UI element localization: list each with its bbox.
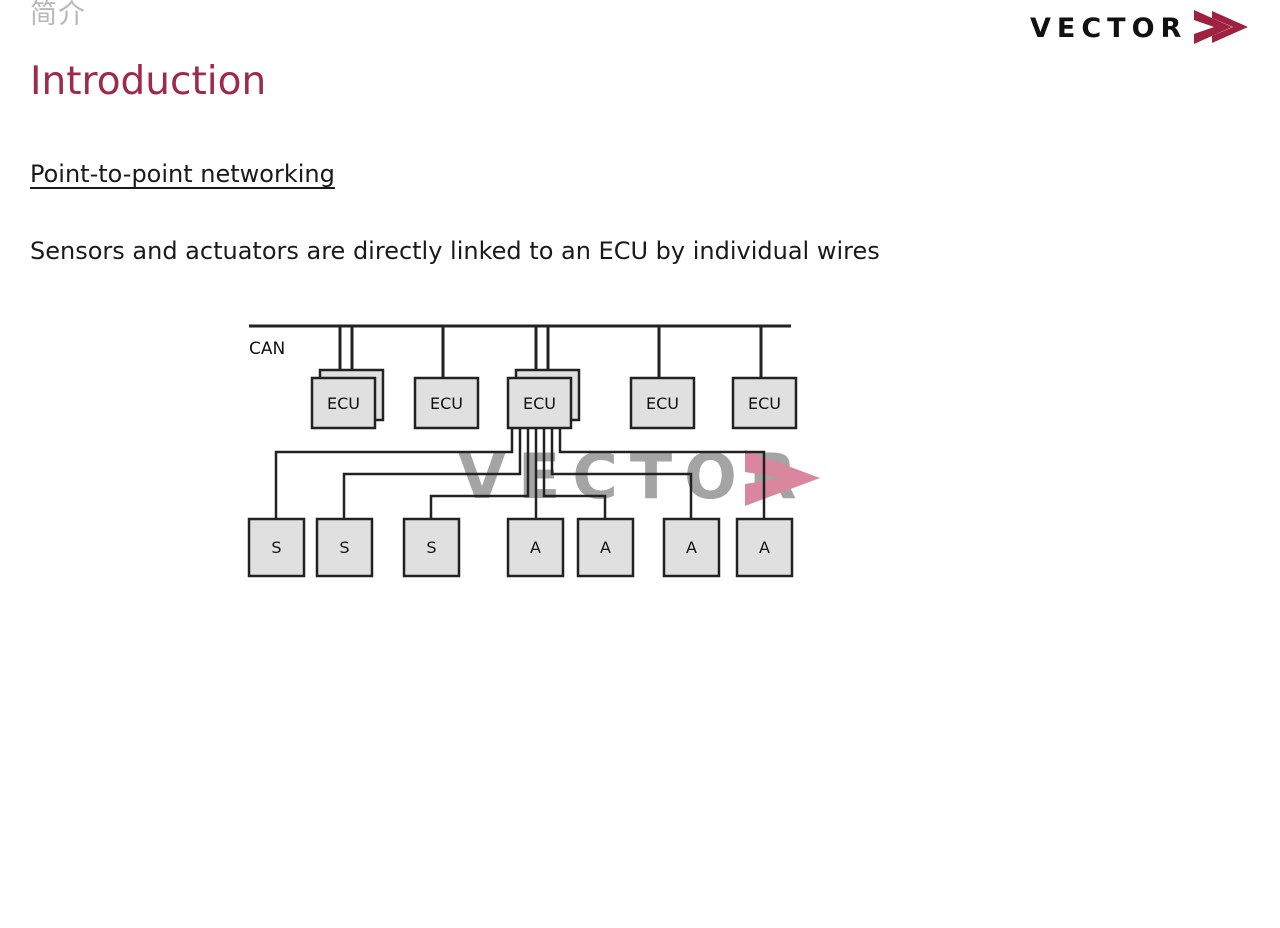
io-node-label: A: [530, 538, 541, 557]
io-node[interactable]: S: [315, 517, 374, 578]
ecu-node-label: ECU: [523, 394, 556, 413]
vector-brand-logo: VECTOR: [1030, 8, 1250, 50]
point-to-point-network-diagram: VECTOR CAN ECU ECU ECU ECU ECU S S S A A…: [230, 300, 850, 610]
section-subheading: Point-to-point networking: [30, 160, 335, 188]
io-node-label: S: [426, 538, 436, 557]
vector-arrow-icon: [1194, 10, 1248, 44]
ecu-node[interactable]: ECU: [413, 376, 480, 430]
io-node[interactable]: A: [662, 517, 721, 578]
ecu-node-label: ECU: [430, 394, 463, 413]
io-node[interactable]: S: [247, 517, 306, 578]
ecu-node-label: ECU: [327, 394, 360, 413]
io-node-label: S: [339, 538, 349, 557]
slide-tag-chinese: 简介: [30, 0, 86, 30]
ecu-node[interactable]: ECU: [310, 368, 385, 430]
ecu-node-label: ECU: [748, 394, 781, 413]
io-node-label: S: [271, 538, 281, 557]
ecu-node[interactable]: ECU: [506, 368, 581, 430]
io-node[interactable]: A: [735, 517, 794, 578]
vector-wordmark: VECTOR: [1030, 13, 1188, 44]
ecu-node[interactable]: ECU: [731, 376, 798, 430]
body-paragraph: Sensors and actuators are directly linke…: [30, 237, 880, 265]
io-node[interactable]: S: [402, 517, 461, 578]
io-node-label: A: [686, 538, 697, 557]
io-node-label: A: [759, 538, 770, 557]
io-node[interactable]: A: [506, 517, 565, 578]
io-node[interactable]: A: [576, 517, 635, 578]
io-node-label: A: [600, 538, 611, 557]
ecu-node[interactable]: ECU: [629, 376, 696, 430]
can-bus-label: CAN: [249, 339, 285, 359]
ecu-node-label: ECU: [646, 394, 679, 413]
page-title: Introduction: [30, 59, 267, 104]
